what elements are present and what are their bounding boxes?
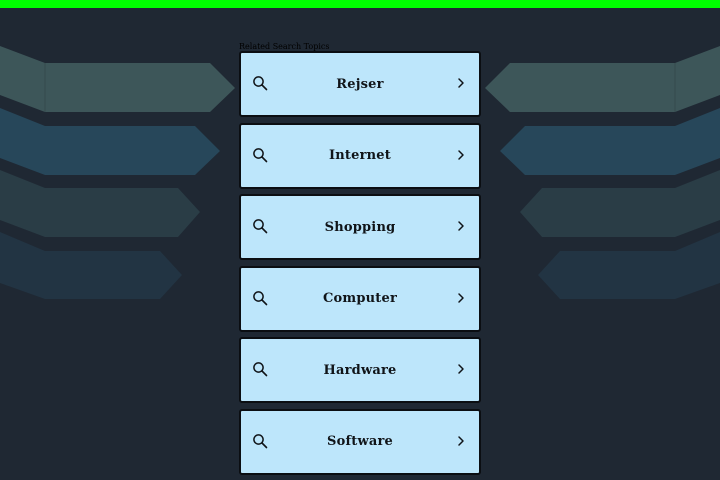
chevron-right-icon bbox=[458, 221, 464, 231]
topic-label: Shopping bbox=[324, 219, 396, 235]
search-icon bbox=[253, 219, 268, 234]
topic-item-software[interactable]: Software bbox=[239, 408, 481, 475]
search-icon bbox=[253, 147, 268, 162]
chevron-right-icon bbox=[458, 292, 464, 303]
search-icon bbox=[253, 362, 268, 377]
topic-label: Rejser bbox=[336, 76, 384, 92]
topic-item-computer[interactable]: Computer bbox=[239, 265, 481, 332]
topic-label: Internet bbox=[329, 148, 391, 163]
chevron-right-icon bbox=[458, 364, 464, 374]
chevron-right-icon bbox=[458, 435, 464, 446]
search-icon bbox=[253, 433, 268, 448]
topic-item-rejser[interactable]: Rejser bbox=[239, 51, 481, 117]
chevron-right-icon bbox=[458, 149, 464, 160]
search-icon bbox=[253, 76, 268, 91]
topic-label: Computer bbox=[322, 291, 398, 306]
topic-item-internet[interactable]: Internet bbox=[239, 122, 481, 189]
topic-label: Hardware bbox=[323, 362, 397, 378]
chevron-right-icon bbox=[458, 78, 464, 88]
topic-item-hardware[interactable]: Hardware bbox=[239, 337, 481, 403]
related-topics-list: Rejser Internet Shopping Computer Hardwa… bbox=[239, 51, 481, 480]
topic-label: Software bbox=[327, 434, 393, 449]
related-search-topics-label: Related Search Topics bbox=[239, 42, 330, 51]
search-icon bbox=[253, 290, 268, 305]
topic-item-shopping[interactable]: Shopping bbox=[239, 194, 481, 260]
